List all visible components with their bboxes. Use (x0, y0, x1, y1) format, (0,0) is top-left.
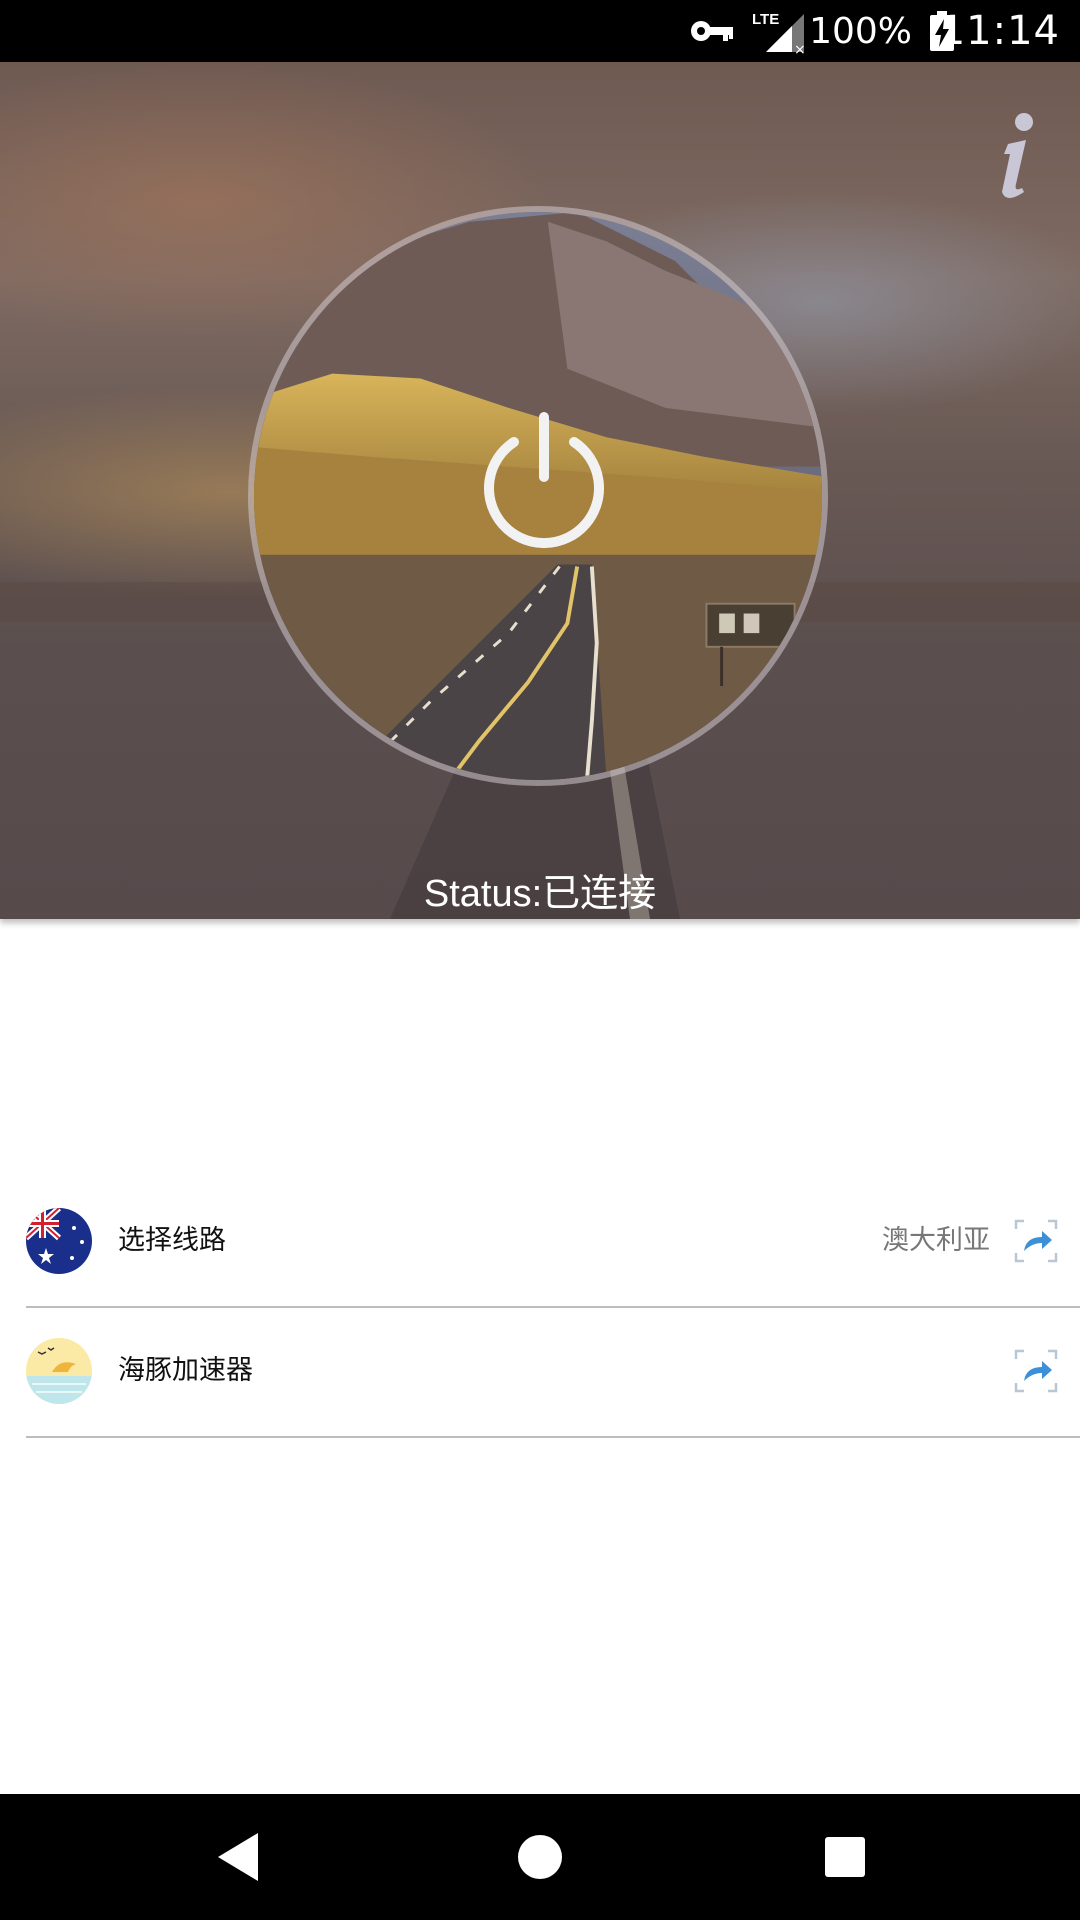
lte-signal-icon: LTE × (752, 0, 810, 62)
accelerator-label: 海豚加速器 (118, 1355, 253, 1386)
battery-percent: 100% (809, 10, 912, 52)
route-label: 选择线路 (118, 1225, 226, 1256)
svg-text:LTE: LTE (752, 11, 779, 28)
home-icon[interactable] (510, 1827, 570, 1887)
connect-button-circle[interactable] (248, 206, 828, 786)
list-item-accelerator[interactable]: 海豚加速器 (26, 1306, 1080, 1438)
australia-flag-icon (26, 1208, 92, 1274)
svg-text:×: × (794, 42, 806, 54)
clock: 11:14 (939, 8, 1060, 54)
route-value: 澳大利亚 (882, 1225, 990, 1256)
info-icon[interactable] (986, 110, 1040, 200)
list-item-route[interactable]: 选择线路 澳大利亚 (26, 1176, 1080, 1308)
forward-arrow-icon[interactable] (1014, 1219, 1058, 1263)
navigation-bar (0, 1794, 1080, 1920)
recents-icon[interactable] (815, 1827, 875, 1887)
connection-status: Status:已连接 (423, 873, 657, 915)
vpn-key-icon (689, 0, 735, 62)
dolphin-app-icon (26, 1338, 92, 1404)
power-icon[interactable] (469, 407, 619, 557)
status-bar: LTE × 100% 11:14 (0, 0, 1080, 62)
back-icon[interactable] (210, 1827, 270, 1887)
hero-background: Status:已连接 (0, 62, 1080, 919)
forward-arrow-icon[interactable] (1014, 1349, 1058, 1393)
